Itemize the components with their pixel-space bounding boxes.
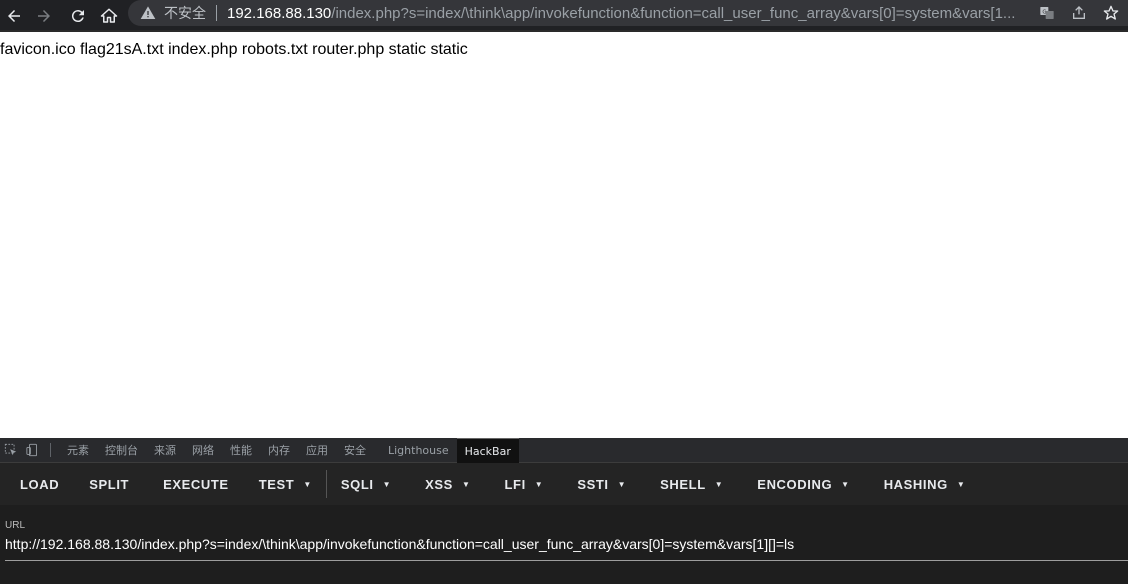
xss-menu-button[interactable]: XSS ▼ xyxy=(417,463,478,505)
svg-text:G: G xyxy=(1042,10,1046,16)
warning-triangle-icon[interactable] xyxy=(140,5,156,21)
devtools-divider xyxy=(50,443,51,457)
inspect-element-icon[interactable] xyxy=(0,438,22,463)
chevron-down-icon: ▼ xyxy=(461,479,471,489)
tab-security[interactable]: 安全 xyxy=(336,438,374,463)
chevron-down-icon: ▼ xyxy=(303,479,312,489)
arrow-right-icon[interactable] xyxy=(32,4,56,28)
hackbar-url-panel: URL http://192.168.88.130/index.php?s=in… xyxy=(0,505,1128,584)
omnibox-divider xyxy=(216,5,217,21)
sqli-label: SQLI xyxy=(340,476,374,492)
chevron-down-icon: ▼ xyxy=(617,479,627,489)
browser-toolbar: 不安全 192.168.88.130 /index.php?s=index/\t… xyxy=(0,0,1128,32)
reload-icon[interactable] xyxy=(66,4,90,28)
xss-label: XSS xyxy=(425,476,453,492)
shell-menu-button[interactable]: SHELL ▼ xyxy=(652,463,731,505)
lfi-label: LFI xyxy=(504,476,526,492)
load-label: LOAD xyxy=(20,476,60,492)
test-menu-button[interactable]: TEST ▼ xyxy=(251,463,320,505)
translate-icon[interactable]: G xyxy=(1038,4,1056,22)
tab-hackbar[interactable]: HackBar xyxy=(456,437,519,463)
encoding-menu-button[interactable]: ENCODING ▼ xyxy=(749,463,857,505)
address-bar[interactable]: 不安全 192.168.88.130 /index.php?s=index/\t… xyxy=(128,0,1128,26)
url-input[interactable]: http://192.168.88.130/index.php?s=index/… xyxy=(5,533,1128,561)
ssti-label: SSTI xyxy=(577,476,609,492)
hashing-label: HASHING xyxy=(883,476,948,492)
execute-label: EXECUTE xyxy=(163,476,229,492)
shell-label: SHELL xyxy=(660,476,706,492)
arrow-left-icon[interactable] xyxy=(2,4,26,28)
toolbar-divider xyxy=(325,470,327,498)
sqli-menu-button[interactable]: SQLI ▼ xyxy=(333,463,399,505)
tab-application[interactable]: 应用 xyxy=(298,438,336,463)
tab-network[interactable]: 网络 xyxy=(184,438,222,463)
tab-sources[interactable]: 来源 xyxy=(146,438,184,463)
tab-console[interactable]: 控制台 xyxy=(97,438,146,463)
star-icon[interactable] xyxy=(1102,4,1120,22)
load-button[interactable]: LOAD xyxy=(12,463,67,505)
url-field-label: URL xyxy=(5,520,26,531)
url-host[interactable]: 192.168.88.130 xyxy=(227,5,331,22)
tab-lighthouse[interactable]: Lighthouse xyxy=(380,438,457,463)
home-icon[interactable] xyxy=(97,4,121,28)
chevron-down-icon: ▼ xyxy=(956,479,966,489)
execute-button[interactable]: EXECUTE xyxy=(155,463,237,505)
url-path[interactable]: /index.php?s=index/\think\app/invokefunc… xyxy=(331,5,1015,22)
lfi-menu-button[interactable]: LFI ▼ xyxy=(496,463,551,505)
devtools-tab-bar: 元素 控制台 来源 网络 性能 内存 应用 安全 Lighthouse Hack… xyxy=(0,437,1128,463)
chevron-down-icon: ▼ xyxy=(714,479,724,489)
device-toolbar-icon[interactable] xyxy=(22,438,44,463)
devtools-panel: 元素 控制台 来源 网络 性能 内存 应用 安全 Lighthouse Hack… xyxy=(0,437,1128,584)
encoding-label: ENCODING xyxy=(757,476,833,492)
tab-performance[interactable]: 性能 xyxy=(222,438,260,463)
command-output: favicon.ico flag21sA.txt index.php robot… xyxy=(0,41,468,58)
tab-elements[interactable]: 元素 xyxy=(59,438,97,463)
hackbar-toolbar: LOAD SPLIT EXECUTE TEST ▼ SQLI ▼ XSS ▼ LFI ▼… xyxy=(0,463,1128,505)
chevron-down-icon: ▼ xyxy=(382,479,392,489)
chevron-down-icon: ▼ xyxy=(534,479,544,489)
ssti-menu-button[interactable]: SSTI ▼ xyxy=(569,463,634,505)
security-status-label[interactable]: 不安全 xyxy=(164,3,206,23)
test-label: TEST xyxy=(258,476,295,492)
split-label: SPLIT xyxy=(89,476,130,492)
share-icon[interactable] xyxy=(1070,4,1088,22)
page-viewport: favicon.ico flag21sA.txt index.php robot… xyxy=(0,32,1128,438)
split-button[interactable]: SPLIT xyxy=(81,463,137,505)
omnibox-actions: G xyxy=(1038,0,1128,26)
hashing-menu-button[interactable]: HASHING ▼ xyxy=(876,463,974,505)
tab-memory[interactable]: 内存 xyxy=(260,438,298,463)
chevron-down-icon: ▼ xyxy=(841,479,850,489)
